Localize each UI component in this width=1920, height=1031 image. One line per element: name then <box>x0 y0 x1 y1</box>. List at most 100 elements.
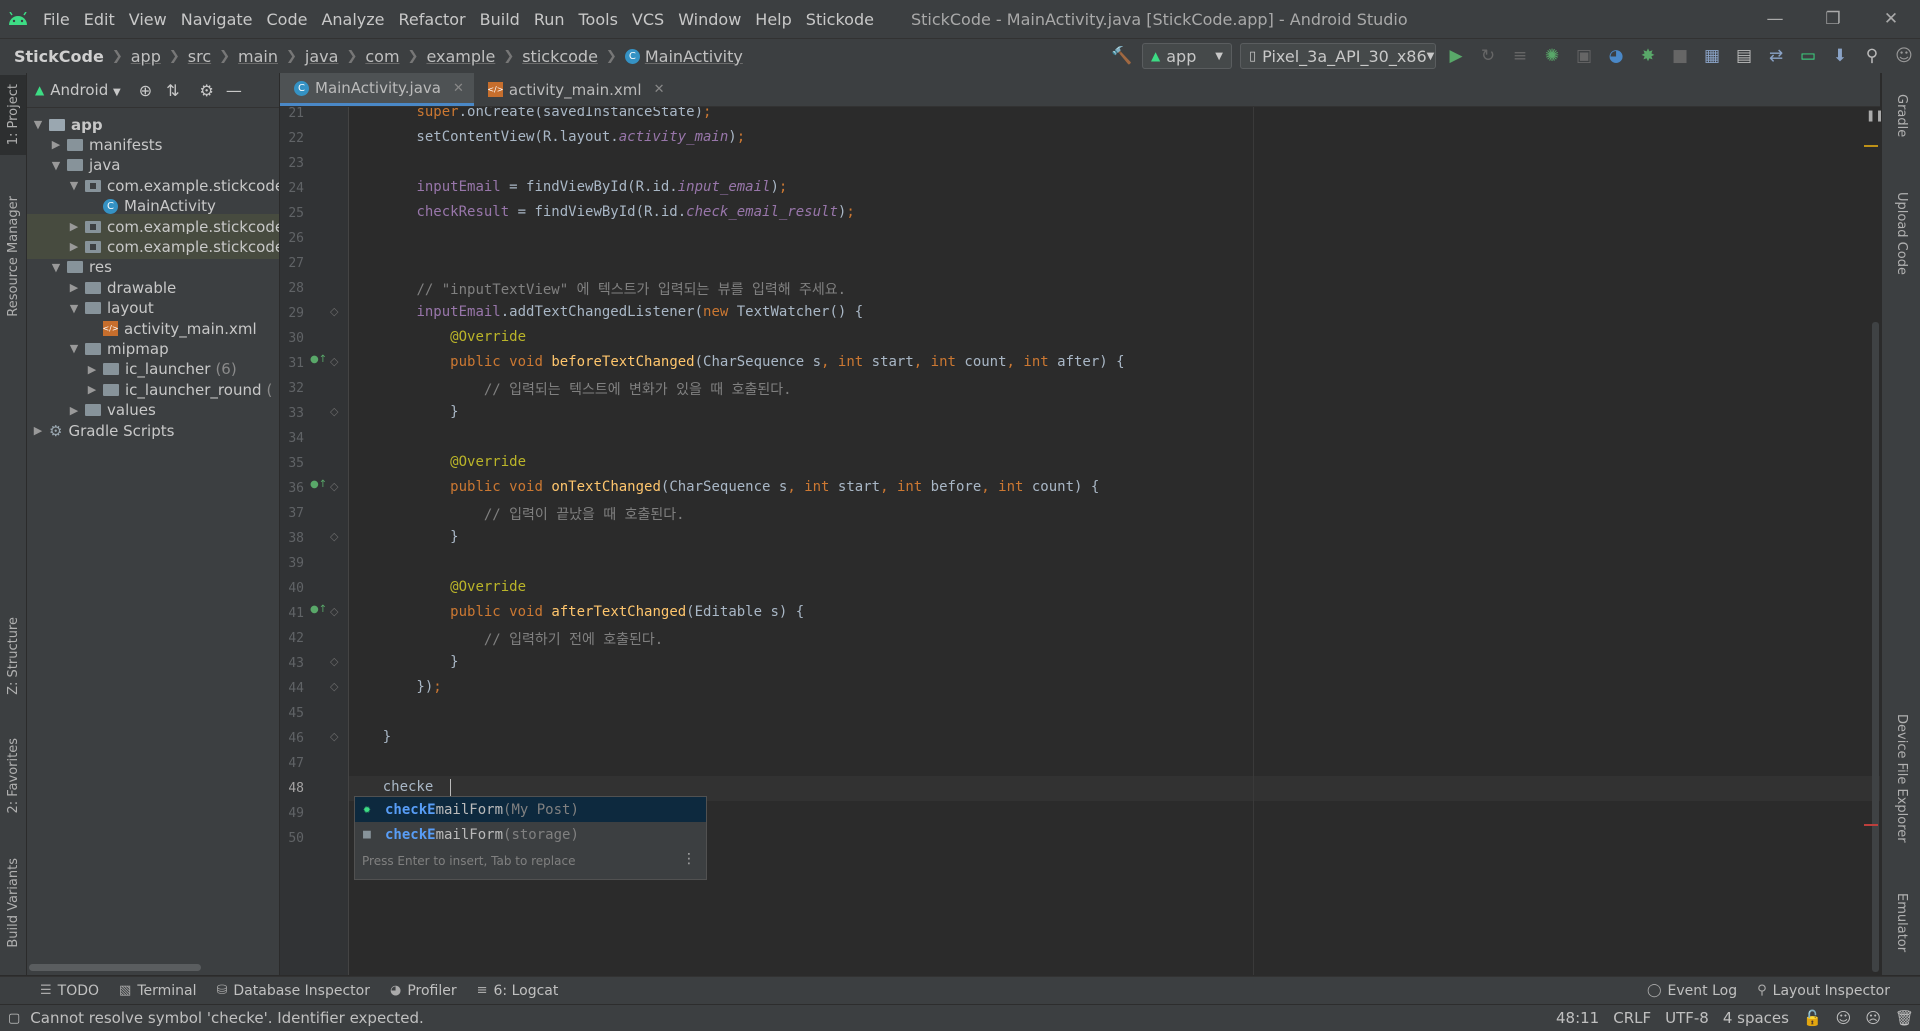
editor-scrollbar[interactable]: ❚❚ <box>1864 107 1884 975</box>
tab-upload-code[interactable]: Upload Code <box>1882 173 1920 293</box>
tool-terminal[interactable]: ▧ Terminal <box>109 983 206 999</box>
breadcrumb-item[interactable]: example <box>426 47 495 66</box>
completion-item[interactable]: ■ checkE mailForm (storage) <box>355 822 706 847</box>
more-options-icon[interactable]: ⋮ <box>682 851 696 867</box>
chevron-down-icon[interactable]: ▼ <box>49 159 63 172</box>
tab-gradle[interactable]: Gradle <box>1882 81 1920 151</box>
apply-changes-icon[interactable]: ↻ <box>1472 39 1504 73</box>
search-icon[interactable]: ⚲ <box>1856 39 1888 73</box>
scroll-thumb[interactable] <box>1872 322 1879 972</box>
project-structure-icon[interactable]: ▦ <box>1696 39 1728 73</box>
chevron-down-icon[interactable]: ▼ <box>67 342 81 355</box>
breadcrumb-item[interactable]: com <box>365 47 399 66</box>
avd-manager-icon[interactable]: ▭ <box>1792 39 1824 73</box>
tool-layout-inspector[interactable]: ⚲ Layout Inspector <box>1747 983 1900 999</box>
gear-icon[interactable]: ⚙ <box>200 81 214 100</box>
run-config-select[interactable]: ▲ app ▼ <box>1142 43 1232 69</box>
close-icon[interactable]: ✕ <box>1862 0 1920 38</box>
override-marker-icon[interactable]: ●↑ <box>310 354 327 365</box>
breadcrumb-item[interactable]: stickcode <box>522 47 598 66</box>
fold-marker-icon[interactable]: ◇ <box>330 730 338 743</box>
breadcrumb-item[interactable]: MainActivity <box>645 47 743 66</box>
menu-navigate[interactable]: Navigate <box>174 10 260 29</box>
chevron-right-icon[interactable]: ▶ <box>85 363 99 376</box>
sync-gradle-icon[interactable]: ⇄ <box>1760 39 1792 73</box>
status-toggle-icon[interactable]: ▢ <box>8 1011 20 1026</box>
indent-setting[interactable]: 4 spaces <box>1723 1009 1789 1027</box>
fold-marker-icon[interactable]: ◇ <box>330 605 338 618</box>
smile-icon[interactable]: ☺ <box>1836 1009 1852 1027</box>
override-marker-icon[interactable]: ●↑ <box>310 604 327 615</box>
tool-event-log[interactable]: ◯ Event Log <box>1637 983 1747 999</box>
minimize-icon[interactable]: — <box>1746 0 1804 38</box>
warning-marker[interactable] <box>1864 145 1878 147</box>
tab-emulator[interactable]: Emulator <box>1882 883 1920 963</box>
menu-file[interactable]: File <box>36 10 77 29</box>
menu-build[interactable]: Build <box>473 10 527 29</box>
fold-marker-icon[interactable]: ◇ <box>330 305 338 318</box>
status-message[interactable]: Cannot resolve symbol 'checke'. Identifi… <box>30 1009 424 1027</box>
editor-tab[interactable]: C MainActivity.java ✕ <box>280 73 474 106</box>
menu-view[interactable]: View <box>122 10 174 29</box>
fold-marker-icon[interactable]: ◇ <box>330 355 338 368</box>
sdk-manager-icon[interactable]: ⬇ <box>1824 39 1856 73</box>
menu-edit[interactable]: Edit <box>77 10 122 29</box>
tab-project[interactable]: 1: Project <box>0 75 26 155</box>
tab-resource-manager[interactable]: Resource Manager <box>0 191 26 321</box>
tab-device-file-explorer[interactable]: Device File Explorer <box>1882 703 1920 853</box>
tree-item[interactable]: ▶ ⚙ Gradle Scripts <box>27 418 279 443</box>
tool-database-inspector[interactable]: ⛁ Database Inspector <box>207 983 380 999</box>
override-marker-icon[interactable]: ●↑ <box>310 479 327 490</box>
menu-run[interactable]: Run <box>527 10 572 29</box>
layout-editor-icon[interactable]: ▤ <box>1728 39 1760 73</box>
run-icon[interactable]: ▶ <box>1440 39 1472 73</box>
close-tab-icon[interactable]: ✕ <box>654 82 665 97</box>
stop-icon[interactable]: ■ <box>1664 39 1696 73</box>
chevron-right-icon[interactable]: ▶ <box>67 220 81 233</box>
caret-position[interactable]: 48:11 <box>1556 1009 1599 1027</box>
tab-structure[interactable]: Z: Structure <box>0 608 26 703</box>
fold-marker-icon[interactable]: ◇ <box>330 655 338 668</box>
menu-vcs[interactable]: VCS <box>625 10 671 29</box>
profile-icon[interactable]: ◕ <box>1600 39 1632 73</box>
restore-icon[interactable]: ❐ <box>1804 0 1862 38</box>
tool-todo[interactable]: ☰ TODO <box>30 983 109 999</box>
breadcrumb-item[interactable]: StickCode <box>14 47 104 66</box>
editor-tab[interactable]: </> activity_main.xml ✕ <box>474 73 675 106</box>
breadcrumb-item[interactable]: src <box>188 47 211 66</box>
chevron-down-icon[interactable]: ▼ <box>31 118 45 131</box>
tool-profiler[interactable]: ◕ Profiler <box>380 983 467 999</box>
collapse-all-icon[interactable]: ⇅ <box>166 81 179 100</box>
menu-refactor[interactable]: Refactor <box>392 10 473 29</box>
menu-analyze[interactable]: Analyze <box>314 10 391 29</box>
error-marker[interactable] <box>1864 824 1878 826</box>
breadcrumb-item[interactable]: main <box>238 47 278 66</box>
close-tab-icon[interactable]: ✕ <box>453 81 464 96</box>
chevron-right-icon[interactable]: ▶ <box>67 240 81 253</box>
line-separator[interactable]: CRLF <box>1613 1009 1651 1027</box>
chevron-down-icon[interactable]: ▼ <box>67 179 81 192</box>
chevron-right-icon[interactable]: ▶ <box>67 281 81 294</box>
chevron-down-icon[interactable]: ▼ <box>49 261 63 274</box>
tool-logcat[interactable]: ≡ 6: Logcat <box>467 983 569 999</box>
debug-icon[interactable]: ✺ <box>1536 39 1568 73</box>
account-icon[interactable]: ☺ <box>1888 39 1920 73</box>
breadcrumb-item[interactable]: app <box>131 47 161 66</box>
trash-icon[interactable]: 🗑 <box>1895 1009 1914 1027</box>
chevron-right-icon[interactable]: ▶ <box>49 138 63 151</box>
coverage-icon[interactable]: ▣ <box>1568 39 1600 73</box>
hide-panel-icon[interactable]: — <box>226 81 242 100</box>
chevron-right-icon[interactable]: ▶ <box>67 404 81 417</box>
sad-icon[interactable]: ☹ <box>1865 1009 1881 1027</box>
make-project-icon[interactable]: 🔨 <box>1106 39 1138 73</box>
chevron-right-icon[interactable]: ▶ <box>85 383 99 396</box>
project-view-select[interactable]: Android ▼ <box>50 81 120 99</box>
menu-code[interactable]: Code <box>260 10 315 29</box>
fold-marker-icon[interactable]: ◇ <box>330 405 338 418</box>
menu-help[interactable]: Help <box>748 10 798 29</box>
completion-item[interactable]: ✹ checkE mailForm (My Post) <box>355 797 706 822</box>
fold-marker-icon[interactable]: ◇ <box>330 530 338 543</box>
apply-code-changes-icon[interactable]: ≡ <box>1504 39 1536 73</box>
menu-tools[interactable]: Tools <box>572 10 625 29</box>
tab-build-variants[interactable]: Build Variants <box>0 848 26 958</box>
